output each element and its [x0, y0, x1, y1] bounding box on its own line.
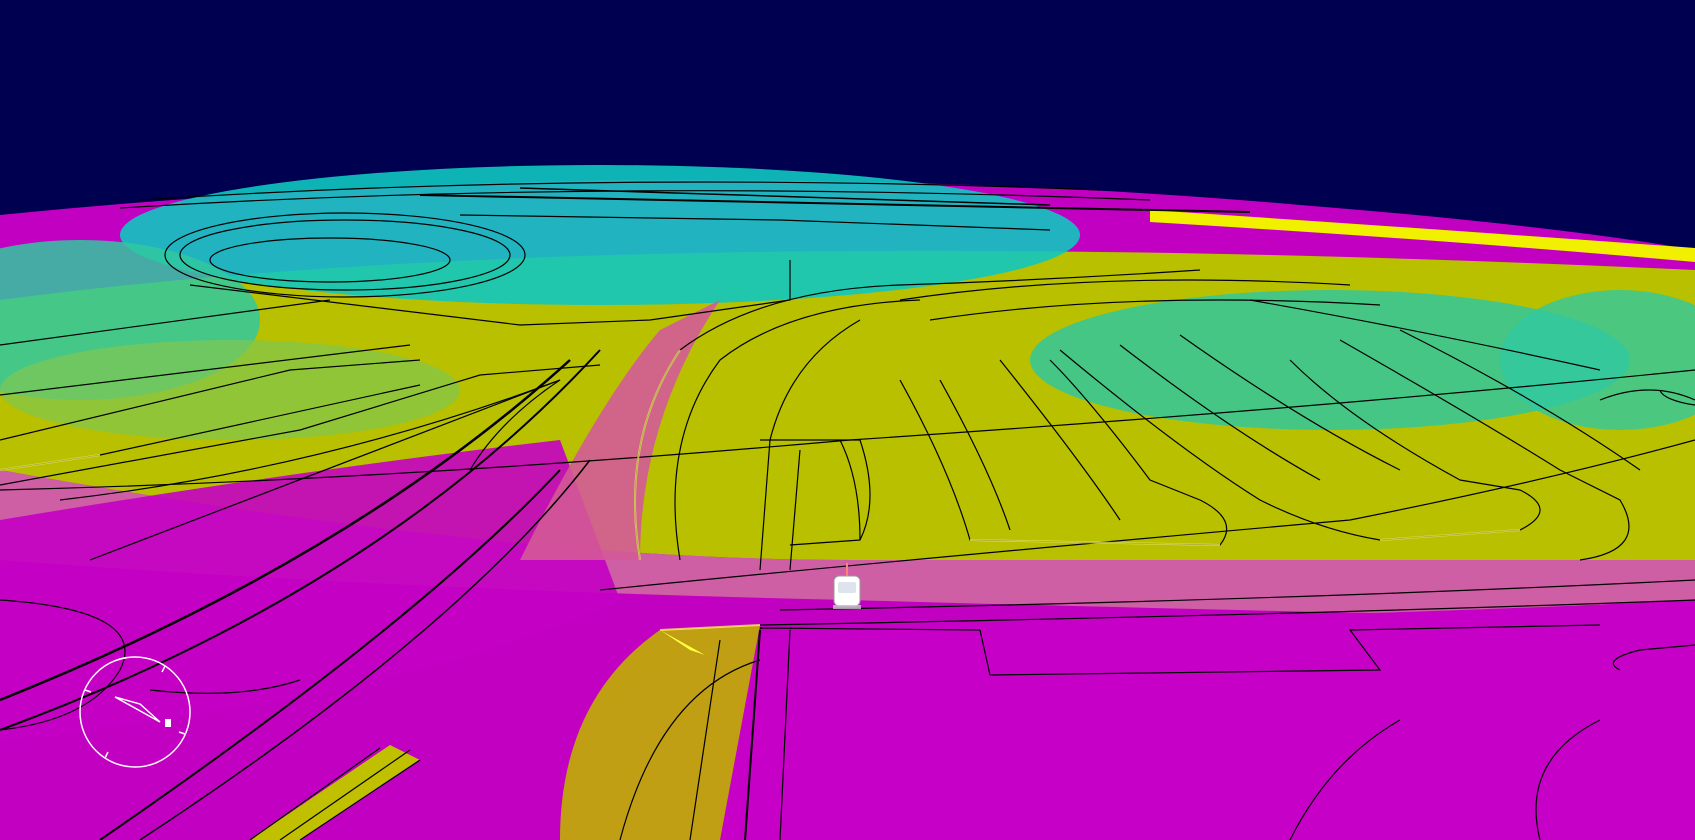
- map-3d-viewport[interactable]: [0, 0, 1695, 840]
- car-shadow: [833, 605, 861, 609]
- map-scene[interactable]: [0, 0, 1695, 840]
- car-roof: [838, 582, 856, 593]
- compass-marker: [165, 719, 171, 727]
- terrain-green-left: [0, 340, 460, 440]
